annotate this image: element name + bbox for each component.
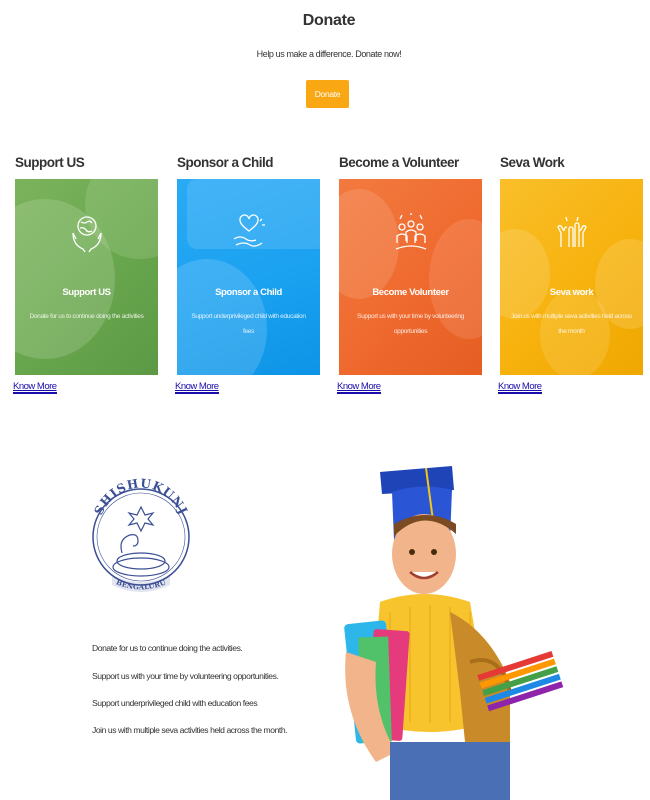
card-description: Support underprivileged child with educa… — [191, 313, 306, 335]
page-title: Donate — [302, 12, 356, 29]
card-heading: Sponsor a Child — [177, 155, 274, 170]
card-description: Join us with multiple seva activities he… — [511, 313, 632, 335]
card-label: Seva work — [549, 287, 594, 298]
donate-button[interactable]: Donate — [306, 80, 349, 108]
card-heading: Support US — [15, 155, 85, 170]
shishukunj-logo: SHISHUKUNJ BENGALURU — [91, 476, 190, 592]
logo-top-text: SHISHUKUNJ — [91, 476, 189, 517]
card-label: Become Volunteer — [372, 287, 449, 298]
svg-text:SHISHUKUNJ: SHISHUKUNJ — [91, 476, 190, 517]
page-header: Donate — [0, 12, 650, 30]
info-line: Support underprivileged child with educa… — [92, 698, 258, 708]
card-volunteer[interactable]: Become Volunteer Support us with your ti… — [339, 179, 482, 375]
info-line: Donate for us to continue doing the acti… — [92, 643, 243, 653]
volunteers-icon — [395, 213, 426, 250]
card-description: Donate for us to continue doing the acti… — [29, 313, 144, 320]
student-illustration — [344, 466, 564, 800]
know-more-link[interactable]: Know More — [13, 381, 57, 394]
know-more-link[interactable]: Know More — [337, 381, 381, 394]
logo-bottom-text: BENGALURU — [115, 577, 167, 591]
card-label: Support US — [62, 287, 111, 298]
raised-hands-icon — [556, 216, 587, 247]
know-more-link[interactable]: Know More — [498, 381, 542, 394]
card-description: Support us with your time by volunteerin… — [357, 313, 464, 335]
card-support-us[interactable]: Support US Donate for us to continue doi… — [15, 179, 158, 375]
svg-text:BENGALURU: BENGALURU — [115, 577, 167, 591]
info-line: Support us with your time by volunteerin… — [92, 671, 279, 681]
card-label: Sponsor a Child — [215, 287, 282, 298]
card-seva-work[interactable]: Seva work Join us with multiple seva act… — [500, 179, 643, 375]
hands-heart-icon — [233, 214, 265, 247]
card-sponsor-child[interactable]: Sponsor a Child Support underprivileged … — [177, 179, 320, 375]
card-heading: Seva Work — [500, 155, 565, 170]
globe-hands-icon — [71, 216, 102, 253]
know-more-link[interactable]: Know More — [175, 381, 219, 394]
page-subtitle: Help us make a difference. Donate now! — [256, 49, 402, 59]
card-heading: Become a Volunteer — [339, 155, 459, 170]
info-line: Join us with multiple seva activities he… — [92, 725, 288, 735]
